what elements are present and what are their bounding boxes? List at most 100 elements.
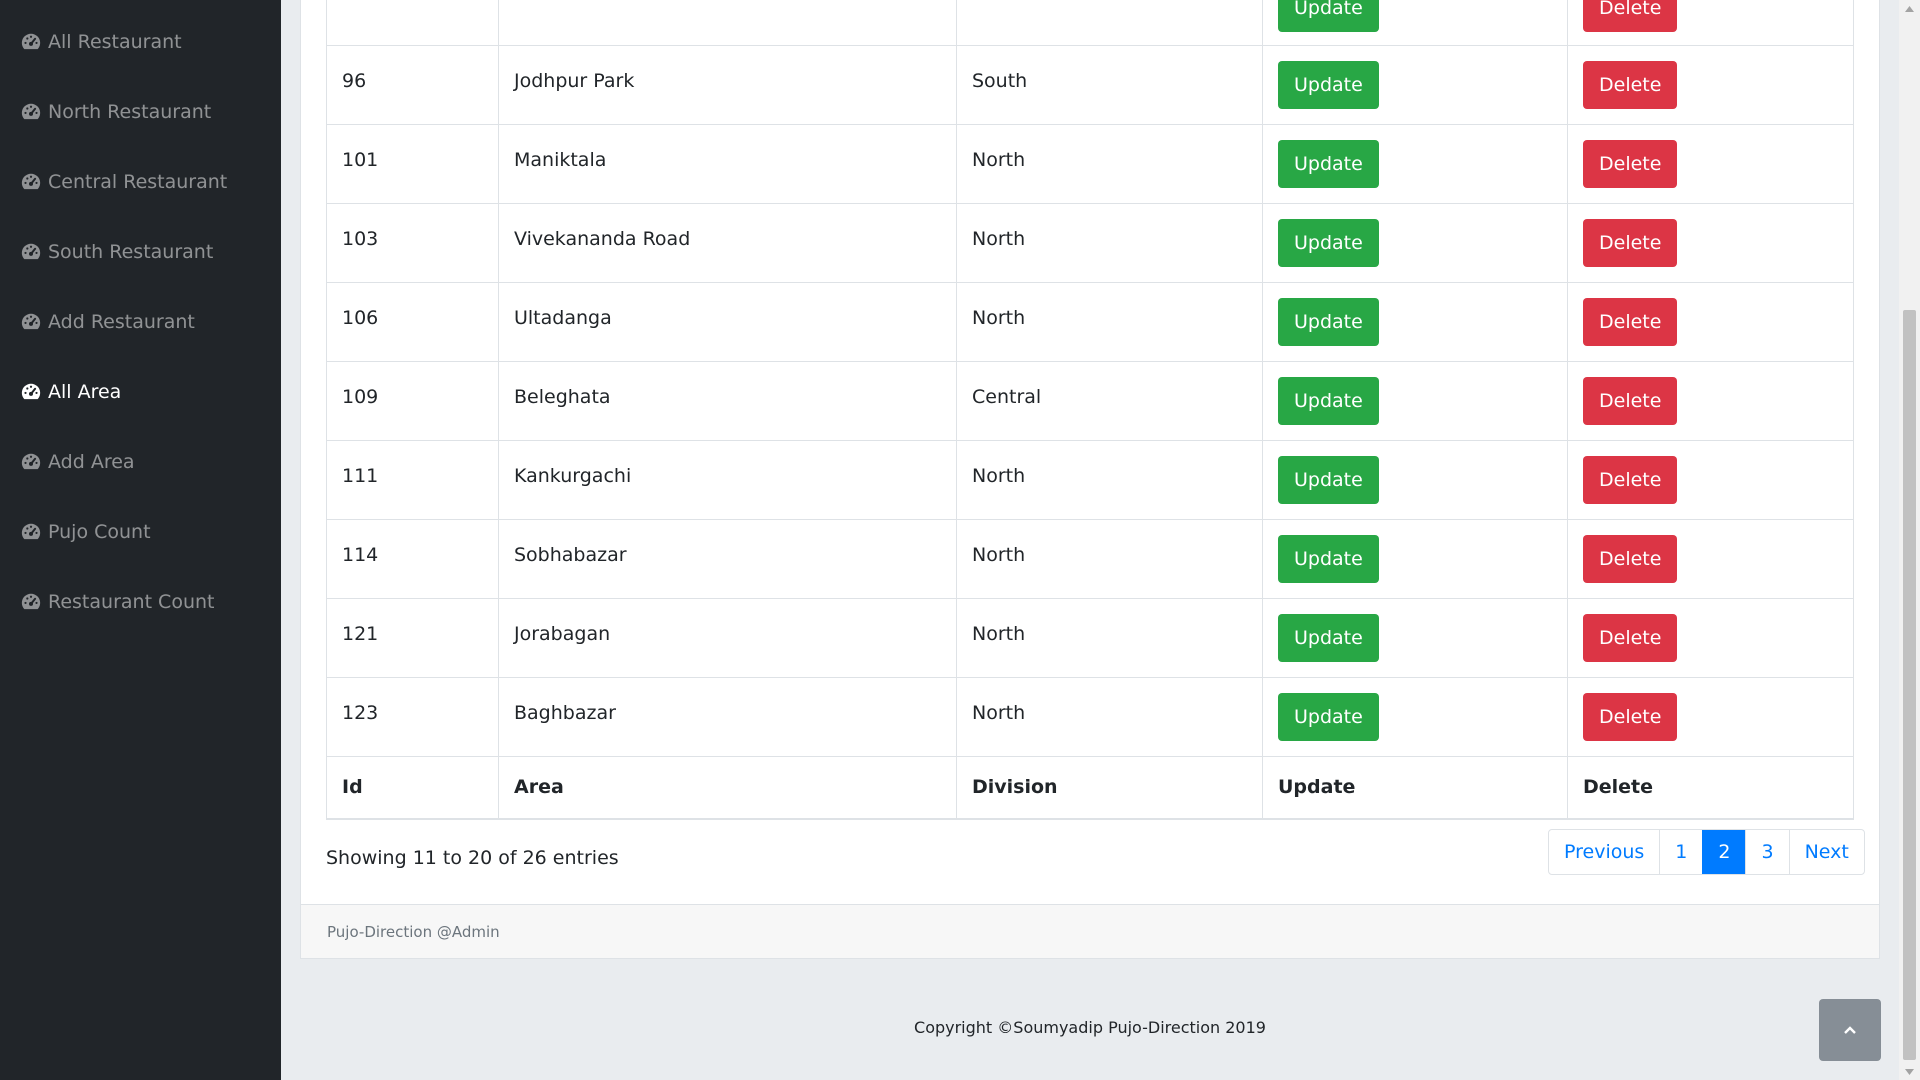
cell-delete: Delete [1567,124,1854,204]
cell-update: Update [1262,598,1568,678]
table-row: 103 Vivekananda Road North Update Delete [326,203,1854,283]
pagination-page-3[interactable]: 3 [1745,830,1789,874]
table-row: 111 Kankurgachi North Update Delete [326,440,1854,520]
cell-division: North [956,677,1263,757]
cell-area: Dhakuria [498,0,957,46]
tachometer-icon [20,451,42,473]
chevron-up-icon [1844,1026,1856,1034]
sidebar-item-label: Add Restaurant [48,311,195,333]
delete-button[interactable]: Delete [1583,456,1678,504]
cell-update: Update [1262,361,1568,441]
tachometer-icon [20,591,42,613]
table-row: 96 Jodhpur Park South Update Delete [326,45,1854,125]
cell-update: Update [1262,124,1568,204]
tachometer-icon [20,381,42,403]
area-table: 94DhakuriaSouthUpdateDelete96Jodhpur Par… [326,0,1854,820]
scroll-down-arrow-icon[interactable] [1899,1063,1920,1080]
pagination-previous[interactable]: Previous [1549,830,1660,874]
cell-area: Maniktala [498,124,957,204]
cell-delete: Delete [1567,598,1854,678]
sidebar-item-south-restaurant[interactable]: South Restaurant [20,236,213,268]
cell-update: Update [1262,203,1568,283]
cell-update: Update [1262,440,1568,520]
delete-button[interactable]: Delete [1583,140,1678,188]
column-header-division: Division [956,756,1263,820]
cell-id: 106 [326,282,499,362]
update-button[interactable]: Update [1278,140,1379,188]
sidebar-item-north-restaurant[interactable]: North Restaurant [20,96,211,128]
sidebar-item-add-area[interactable]: Add Area [20,446,135,478]
scroll-up-arrow-icon[interactable] [1899,0,1920,17]
sidebar-item-label: Add Area [48,451,135,473]
update-button[interactable]: Update [1278,0,1379,32]
delete-button[interactable]: Delete [1583,0,1678,32]
update-button[interactable]: Update [1278,693,1379,741]
tachometer-icon [20,31,42,53]
sidebar-item-pujo-count[interactable]: Pujo Count [20,516,151,548]
delete-button[interactable]: Delete [1583,693,1678,741]
delete-button[interactable]: Delete [1583,377,1678,425]
sidebar-item-label: North Restaurant [48,101,212,123]
cell-area: Vivekananda Road [498,203,957,283]
tachometer-icon [20,311,42,333]
cell-id: 123 [326,677,499,757]
sidebar-item-all-restaurant[interactable]: All Restaurant [20,26,182,58]
cell-delete: Delete [1567,677,1854,757]
table-row: 106 Ultadanga North Update Delete [326,282,1854,362]
cell-division: South [956,45,1263,125]
cell-division: North [956,598,1263,678]
cell-delete: Delete [1567,440,1854,520]
cell-id: 94 [326,0,499,46]
delete-button[interactable]: Delete [1583,219,1678,267]
cell-division: North [956,203,1263,283]
update-button[interactable]: Update [1278,377,1379,425]
pagination-next[interactable]: Next [1788,830,1864,874]
update-button[interactable]: Update [1278,456,1379,504]
delete-button[interactable]: Delete [1583,535,1678,583]
update-button[interactable]: Update [1278,61,1379,109]
table-row: 109 Beleghata Central Update Delete [326,361,1854,441]
cell-id: 103 [326,203,499,283]
table-row: 114 Sobhabazar North Update Delete [326,519,1854,599]
cell-id: 109 [326,361,499,441]
sidebar-item-add-restaurant[interactable]: Add Restaurant [20,306,195,338]
sidebar-item-all-area[interactable]: All Area [20,376,121,408]
cell-id: 111 [326,440,499,520]
update-button[interactable]: Update [1278,535,1379,583]
scrollbar-thumb[interactable] [1903,310,1916,1060]
cell-id: 96 [326,45,499,125]
cell-update: Update [1262,0,1568,46]
cell-delete: Delete [1567,45,1854,125]
cell-division: South [956,0,1263,46]
update-button[interactable]: Update [1278,614,1379,662]
column-header-id: Id [326,756,499,820]
cell-division: North [956,282,1263,362]
sidebar-item-restaurant-count[interactable]: Restaurant Count [20,586,214,618]
sidebar: All Restaurant North Restaurant Central Re… [0,0,281,1080]
cell-delete: Delete [1567,282,1854,362]
copyright-text: Copyright ©Soumyadip Pujo-Direction 2019 [914,1018,1266,1037]
cell-delete: Delete [1567,0,1854,46]
delete-button[interactable]: Delete [1583,298,1678,346]
cell-division: North [956,124,1263,204]
scroll-to-top-button[interactable] [1819,999,1881,1061]
cell-area: Ultadanga [498,282,957,362]
page-scrollbar[interactable] [1899,0,1920,1080]
sidebar-item-label: All Restaurant [48,31,182,53]
table-row: 123 Baghbazar North Update Delete [326,677,1854,757]
pagination-page-2[interactable]: 2 [1702,830,1746,874]
column-header-area: Area [498,756,957,820]
cell-update: Update [1262,45,1568,125]
pagination-page-1[interactable]: 1 [1659,830,1703,874]
table-footer-row: Id Area Division Update Delete [326,756,1854,820]
cell-id: 114 [326,519,499,599]
delete-button[interactable]: Delete [1583,614,1678,662]
tachometer-icon [20,521,42,543]
delete-button[interactable]: Delete [1583,61,1678,109]
main-content: 94DhakuriaSouthUpdateDelete96Jodhpur Par… [281,0,1899,1080]
column-header-delete: Delete [1567,756,1854,820]
update-button[interactable]: Update [1278,219,1379,267]
cell-id: 101 [326,124,499,204]
sidebar-item-central-restaurant[interactable]: Central Restaurant [20,166,227,198]
update-button[interactable]: Update [1278,298,1379,346]
